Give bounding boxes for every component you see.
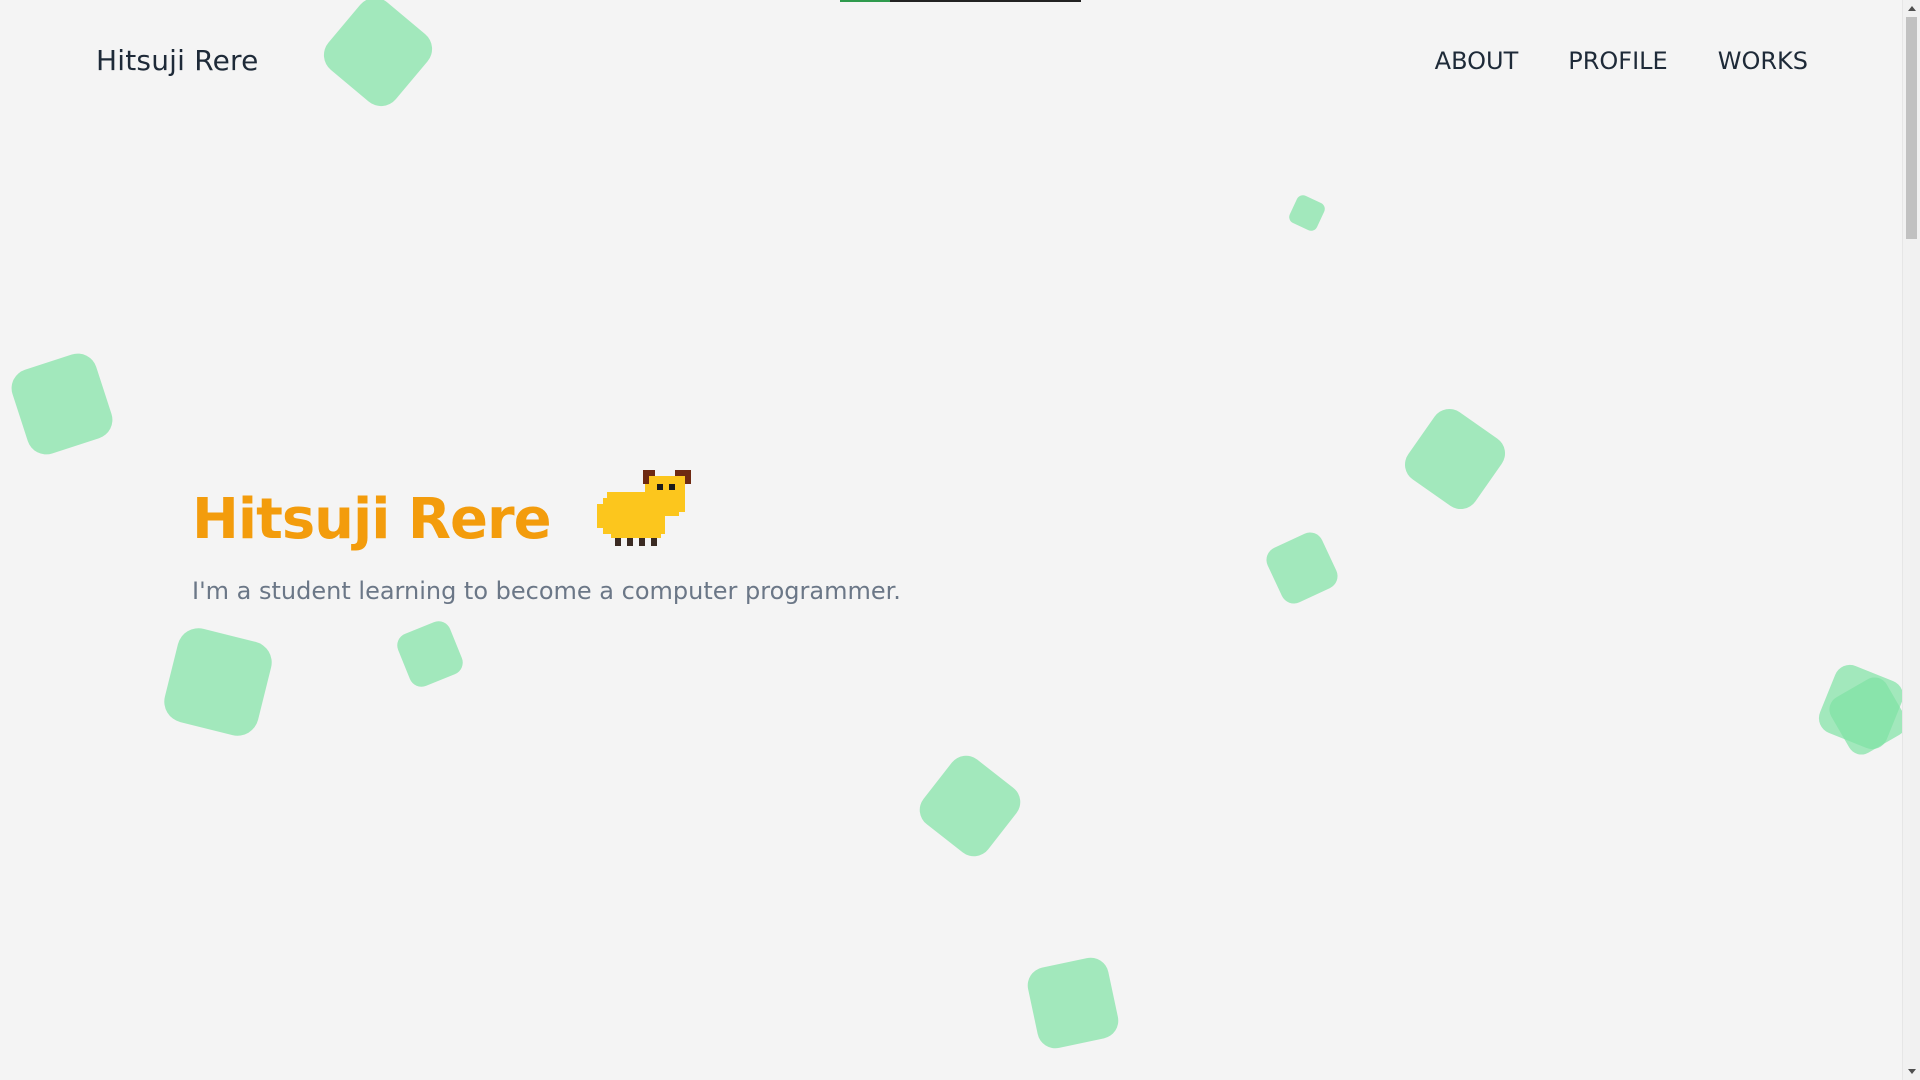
decorative-square <box>316 0 440 114</box>
scrollbar-thumb[interactable] <box>1906 17 1917 239</box>
hero-subtitle: I'm a student learning to become a compu… <box>192 577 901 605</box>
decorative-square <box>1397 401 1513 517</box>
pixel-sheep-icon <box>596 470 691 546</box>
brand-logo-link[interactable]: Hitsuji Rere <box>96 44 259 77</box>
hero-title: Hitsuji Rere <box>192 487 552 552</box>
page: Hitsuji Rere ABOUT PROFILE WORKS Hitsuji… <box>0 0 1920 1080</box>
decorative-square <box>159 623 277 741</box>
decorative-square <box>6 348 118 460</box>
decorative-square <box>912 748 1028 864</box>
vertical-scrollbar[interactable] <box>1902 0 1920 1080</box>
loading-progress-fill <box>840 0 890 2</box>
loading-progress-bar <box>840 0 1081 2</box>
decorative-square <box>1287 193 1327 233</box>
decorative-square <box>1024 954 1122 1052</box>
decorative-square <box>393 617 467 691</box>
scroll-up-arrow-icon[interactable] <box>1903 0 1920 17</box>
scroll-down-arrow-icon[interactable] <box>1903 1063 1920 1080</box>
main-nav: ABOUT PROFILE WORKS <box>1435 47 1808 75</box>
nav-link-works[interactable]: WORKS <box>1718 47 1808 75</box>
decorative-square <box>1262 528 1342 608</box>
nav-link-about[interactable]: ABOUT <box>1435 47 1519 75</box>
nav-link-profile[interactable]: PROFILE <box>1568 47 1667 75</box>
hero-title-row: Hitsuji Rere <box>192 470 691 548</box>
